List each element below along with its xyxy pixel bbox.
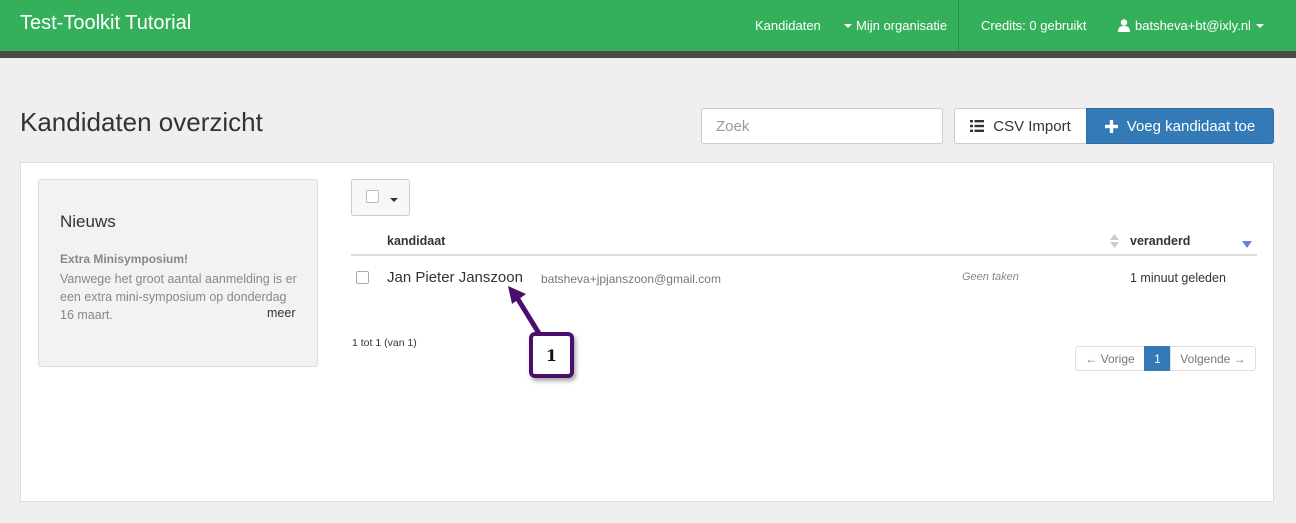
- chevron-down-icon: [390, 198, 398, 202]
- page-title: Kandidaten overzicht: [20, 107, 263, 137]
- candidate-tasks: Geen taken: [962, 271, 1019, 283]
- row-checkbox[interactable]: [356, 271, 369, 284]
- news-title: Nieuws: [60, 212, 116, 231]
- candidate-email: batsheva+jpjanszoon@gmail.com: [541, 272, 721, 286]
- add-candidate-label: Voeg kandidaat toe: [1126, 117, 1256, 135]
- user-icon: [1118, 19, 1130, 32]
- news-body: Vanwege het groot aantal aanmelding is e…: [60, 272, 297, 322]
- candidate-changed: 1 minuut geleden: [1130, 271, 1226, 285]
- table-header-divider: [351, 254, 1257, 256]
- news-box: Nieuws Extra Minisymposium! Vanwege het …: [38, 179, 318, 367]
- sort-icon[interactable]: [1110, 234, 1119, 248]
- search-input[interactable]: [701, 108, 943, 144]
- nav-credits[interactable]: Credits: 0 gebruikt: [981, 18, 1087, 33]
- news-more-link[interactable]: meer: [267, 306, 295, 320]
- nav-user-dropdown[interactable]: batsheva+bt@ixly.nl: [1118, 18, 1264, 33]
- column-header-kandidaat[interactable]: kandidaat: [387, 234, 445, 248]
- table-info: 1 tot 1 (van 1): [352, 337, 417, 349]
- sort-desc-icon[interactable]: [1242, 241, 1252, 248]
- brand-title[interactable]: Test-Toolkit Tutorial: [20, 12, 191, 35]
- add-candidate-button[interactable]: Voeg kandidaat toe: [1086, 108, 1274, 144]
- pagination-page-current[interactable]: 1: [1144, 346, 1171, 371]
- chevron-down-icon: [1255, 23, 1264, 28]
- nav-organisatie-label: Mijn organisatie: [856, 18, 948, 33]
- news-heading: Extra Minisymposium!: [60, 252, 189, 266]
- annotation-callout: 1: [529, 332, 574, 378]
- nav-user-label: batsheva+bt@ixly.nl: [1135, 18, 1251, 33]
- pagination-prev[interactable]: ← Vorige: [1075, 346, 1145, 371]
- navbar-underline: [0, 51, 1296, 58]
- pagination-next[interactable]: Volgende →: [1170, 346, 1256, 371]
- nav-divider: [958, 0, 959, 51]
- column-header-veranderd[interactable]: veranderd: [1130, 234, 1190, 248]
- select-all-checkbox[interactable]: [366, 190, 379, 203]
- csv-import-button[interactable]: CSV Import: [954, 108, 1087, 144]
- plus-icon: [1104, 119, 1118, 133]
- bulk-select-dropdown[interactable]: [351, 179, 410, 216]
- pagination: ← Vorige 1 Volgende →: [1075, 346, 1256, 371]
- list-icon: [970, 120, 985, 132]
- nav-kandidaten[interactable]: Kandidaten: [755, 18, 821, 33]
- chevron-down-icon: [844, 23, 852, 28]
- top-navbar: Test-Toolkit Tutorial Kandidaten Mijn or…: [0, 0, 1296, 51]
- csv-import-label: CSV Import: [993, 117, 1071, 135]
- nav-organisatie-dropdown[interactable]: Mijn organisatie: [844, 18, 947, 33]
